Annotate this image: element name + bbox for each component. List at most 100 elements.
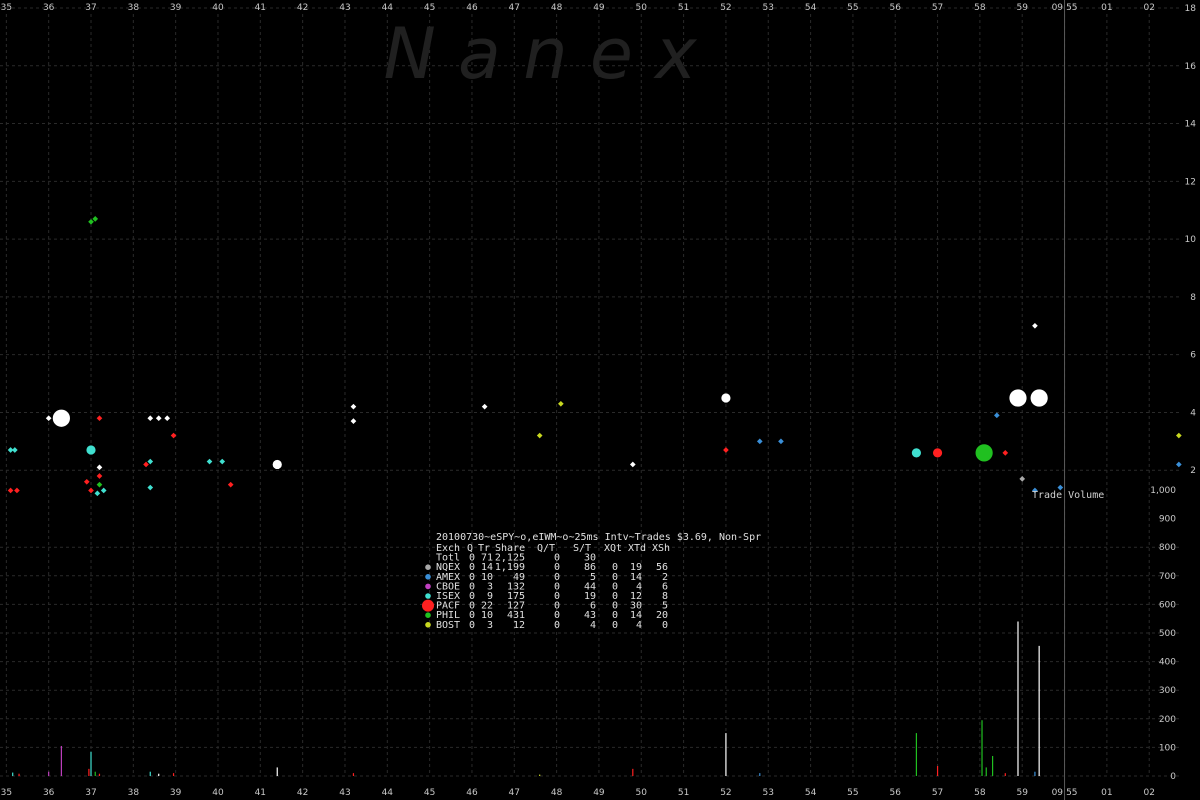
x-tick-label-top: 49 <box>593 3 605 13</box>
x-tick-label-top: 57 <box>932 3 943 13</box>
table-column-header: XSh <box>652 543 670 554</box>
x-tick-label-bottom: 51 <box>678 788 689 798</box>
x-tick-label-bottom: 56 <box>890 788 902 798</box>
x-tick-label-top: 35 <box>1 3 12 13</box>
table-column-header: XQt <box>604 543 622 554</box>
trade-point <box>85 444 97 456</box>
price-tick-label: 10 <box>1185 235 1197 245</box>
table-column-header: XTd <box>628 543 646 554</box>
exchange-color-dot <box>425 574 431 580</box>
x-tick-label-top: 56 <box>890 3 902 13</box>
x-tick-label-bottom: 40 <box>212 788 224 798</box>
table-cell: 0 <box>662 620 668 631</box>
volume-tick-label: 600 <box>1159 600 1176 610</box>
volume-tick-label: 200 <box>1159 715 1176 725</box>
x-tick-label-bottom: 54 <box>805 788 817 798</box>
volume-tick-label: 400 <box>1159 658 1176 668</box>
x-tick-label-top: 40 <box>212 3 224 13</box>
x-tick-label-top: 52 <box>720 3 731 13</box>
x-tick-label-top: 51 <box>678 3 689 13</box>
x-tick-label-bottom: 55 <box>847 788 858 798</box>
x-tick-label-top: 48 <box>551 3 563 13</box>
price-tick-label: 12 <box>1185 177 1196 187</box>
x-tick-label-top: 37 <box>85 3 96 13</box>
x-tick-label-top: 38 <box>128 3 140 13</box>
table-column-header: Q/T <box>537 543 555 554</box>
x-tick-label-bottom: 38 <box>128 788 140 798</box>
x-tick-label-bottom: 41 <box>255 788 266 798</box>
x-tick-label-bottom: 46 <box>466 788 478 798</box>
x-tick-label-bottom: 42 <box>297 788 308 798</box>
volume-tick-label: 900 <box>1159 515 1176 525</box>
price-tick-label: 8 <box>1190 293 1196 303</box>
exchange-color-dot <box>425 612 431 618</box>
volume-tick-label: 800 <box>1159 543 1176 553</box>
volume-tick-label: 500 <box>1159 629 1176 639</box>
exchange-color-dot <box>425 593 431 599</box>
trade-chart: N a n e x 35 36 37 38 39 40 41 42 43 44 45 46 47 48 49… <box>0 0 1200 800</box>
volume-tick-label: 0 <box>1170 772 1176 782</box>
x-tick-label-top: 44 <box>382 3 394 13</box>
trade-point <box>974 443 994 463</box>
x-tick-label-top: 36 <box>43 3 55 13</box>
x-tick-label-top: 58 <box>974 3 986 13</box>
chart-header: 20100730~eSPY~o,eIWM~o~25ms Intv~Trades … <box>436 532 761 543</box>
trade-point <box>932 447 943 459</box>
exchange-color-dot <box>425 622 431 628</box>
x-tick-label-top: 41 <box>255 3 266 13</box>
volume-tick-label: 1,000 <box>1150 486 1176 496</box>
exchange-color-dot <box>425 564 431 570</box>
x-tick-label-top: 59 <box>1016 3 1028 13</box>
x-tick-label-top: 54 <box>805 3 817 13</box>
x-tick-label-top: 55 <box>847 3 858 13</box>
table-cell: 0 <box>469 620 475 631</box>
x-tick-label-top: 47 <box>509 3 520 13</box>
x-tick-label-bottom: 50 <box>636 788 648 798</box>
trade-point <box>271 459 283 470</box>
x-tick-label-top: 39 <box>170 3 182 13</box>
price-tick-label: 2 <box>1190 466 1196 476</box>
x-tick-label-bottom: 48 <box>551 788 563 798</box>
x-tick-label-top: 42 <box>297 3 308 13</box>
x-tick-label-top: 43 <box>339 3 350 13</box>
nanex-watermark: N a n e x <box>383 13 697 95</box>
x-tick-label-bottom: 37 <box>85 788 96 798</box>
x-tick-label-bottom: 53 <box>763 788 774 798</box>
trade-point <box>1008 388 1028 408</box>
exchange-color-dot <box>422 599 434 612</box>
x-tick-label-top: 01 <box>1101 3 1112 13</box>
x-tick-label-bottom: 35 <box>1 788 12 798</box>
x-tick-label-top: 02 <box>1143 3 1154 13</box>
x-tick-label-bottom: 59 <box>1016 788 1028 798</box>
x-tick-label-bottom: 58 <box>974 788 986 798</box>
table-cell: 4 <box>590 620 596 631</box>
x-tick-label-bottom: 01 <box>1101 788 1112 798</box>
x-tick-label-top: 46 <box>466 3 478 13</box>
volume-tick-label: 300 <box>1159 686 1176 696</box>
trade-point <box>1029 388 1049 408</box>
x-tick-label-bottom: 43 <box>339 788 350 798</box>
x-tick-label-bottom: 39 <box>170 788 182 798</box>
price-tick-label: 6 <box>1190 351 1196 361</box>
trade-point <box>51 408 71 428</box>
x-tick-label-top: 53 <box>763 3 774 13</box>
table-cell: 4 <box>636 620 642 631</box>
trade-volume-label: Trade Volume <box>1032 490 1104 501</box>
x-tick-label-bottom: 36 <box>43 788 55 798</box>
trade-point <box>720 392 732 404</box>
x-tick-label-bottom: 45 <box>424 788 435 798</box>
price-tick-label: 18 <box>1185 4 1197 14</box>
x-tick-label-bottom: 52 <box>720 788 731 798</box>
x-tick-label-top: 50 <box>636 3 648 13</box>
x-tick-label-bottom: 44 <box>382 788 394 798</box>
exchange-color-dot <box>425 583 431 590</box>
table-cell: BOST <box>436 620 460 631</box>
volume-tick-label: 100 <box>1159 743 1176 753</box>
volume-tick-label: 700 <box>1159 572 1176 582</box>
price-tick-label: 4 <box>1190 408 1196 418</box>
table-cell: 3 <box>487 620 493 631</box>
x-tick-label-bottom: 57 <box>932 788 943 798</box>
trade-point <box>911 447 922 459</box>
table-cell: 12 <box>513 620 525 631</box>
x-tick-label-bottom: 47 <box>509 788 520 798</box>
